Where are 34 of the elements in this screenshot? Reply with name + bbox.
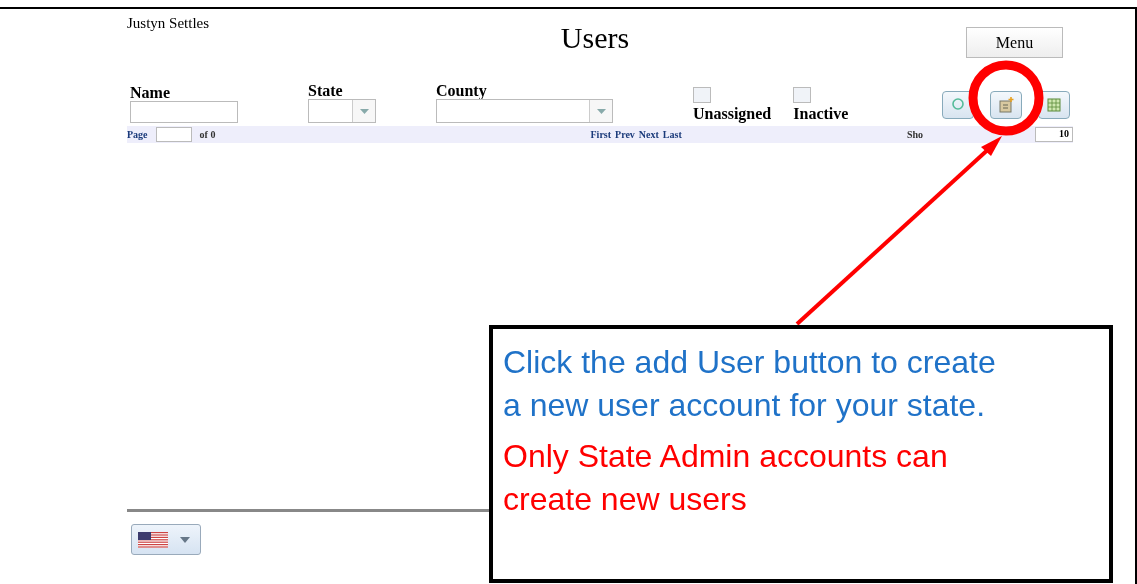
search-button[interactable] <box>942 91 975 119</box>
checkbox-label: Inactive <box>793 105 849 123</box>
search-icon <box>951 98 966 112</box>
name-field[interactable] <box>130 101 238 123</box>
clipboard-add-icon <box>998 97 1015 113</box>
spreadsheet-icon <box>1047 98 1062 112</box>
filter-label: County <box>436 83 488 99</box>
checkbox[interactable] <box>793 87 812 103</box>
page-field[interactable] <box>155 127 192 142</box>
filter-label: State <box>308 83 344 99</box>
caret-icon <box>180 536 190 543</box>
page-title: Users <box>560 21 630 55</box>
dropdown-field[interactable] <box>436 99 613 123</box>
note-text: Only State Admin accounts can create new users <box>503 437 949 519</box>
add-user-button[interactable] <box>990 91 1023 119</box>
filter-label: Name <box>130 85 171 101</box>
pager-link[interactable]: Prev <box>615 129 635 140</box>
pager-link[interactable]: First <box>590 129 612 140</box>
checkbox[interactable] <box>693 87 711 103</box>
instruction-text: Click the add User button to create a new user account for your state. <box>503 343 997 425</box>
menu-button[interactable]: Menu <box>966 27 1063 58</box>
language-dropdown[interactable] <box>131 524 201 555</box>
pager-link[interactable]: Last <box>662 129 682 140</box>
caret-icon <box>596 108 606 114</box>
flag-icon <box>138 531 168 548</box>
show-label: Sho <box>906 129 923 140</box>
pager-link[interactable]: Next <box>638 129 659 140</box>
page-count: of 0 <box>199 129 216 140</box>
dropdown-field[interactable] <box>308 99 376 123</box>
checkbox-label: Unassigned <box>693 105 772 123</box>
caret-icon <box>359 108 369 114</box>
page-size-field[interactable]: 10 <box>1035 127 1073 142</box>
user-name: Justyn Settles <box>127 15 211 32</box>
page-label: Page <box>127 129 148 140</box>
